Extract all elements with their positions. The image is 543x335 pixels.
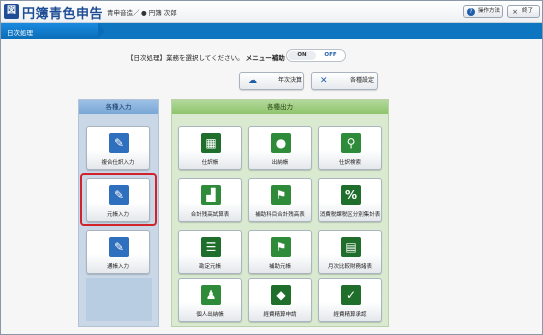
tile-label: 複合仕訳入力	[101, 160, 135, 166]
tile-label: 経費精算承認	[333, 312, 367, 318]
tile-label: 月次比較財務諸表	[327, 264, 372, 270]
annual-closing-label: 年次決算	[278, 77, 303, 84]
menu-assist-label: メニュー補助	[245, 54, 285, 62]
approval-icon: ✓	[341, 285, 361, 305]
consumption-tax-summary-tile[interactable]: % 消費税課税区分別集計表	[318, 178, 382, 222]
nav-bar: 日次処理	[1, 23, 542, 39]
settings-label: 各種設定	[350, 77, 375, 84]
tile-label: 補助科目合計残高表	[255, 212, 305, 218]
tile-label: 補助元帳	[268, 264, 291, 270]
instruction-text: 【日次処理】業務を選択してください。 メニュー補助	[127, 52, 285, 62]
exit-button[interactable]: × 終了	[507, 5, 540, 18]
flag-book-icon: ⚑	[271, 237, 291, 257]
output-panel: 各種出力 ▦ 仕訳帳 ● 出納帳 ⚲ 仕訳検索 ▟ 合計残高試算表 ⚑ 補助科目…	[171, 99, 389, 327]
nav-tab-arrow	[98, 23, 105, 39]
coins-ledger-icon: ●	[271, 133, 291, 153]
empty-slot	[86, 278, 152, 321]
flag-chart-icon: ⚑	[271, 185, 291, 205]
journal-book-tile[interactable]: ▦ 仕訳帳	[178, 126, 242, 170]
user-name: ● 円簿 次郎	[141, 9, 177, 17]
selection-highlight	[80, 173, 157, 226]
nav-tab-label: 日次処理	[7, 29, 33, 37]
bar-chart-icon: ▟	[201, 185, 221, 205]
clipboard-icon: ▤	[341, 237, 361, 257]
close-icon: ×	[512, 8, 518, 16]
app-logo-icon: 図	[4, 4, 19, 19]
sub-account-balance-tile[interactable]: ⚑ 補助科目合計残高表	[248, 178, 312, 222]
toggle-on[interactable]: ON	[288, 51, 316, 60]
document-list-icon: ☰	[201, 237, 221, 257]
tile-label: 経費精算申請	[263, 312, 297, 318]
exit-button-label: 終了	[522, 8, 534, 14]
app-title: 円簿青色申告	[22, 7, 104, 22]
breadcrumb: 青申音造／	[107, 9, 140, 17]
help-button-label: 操作方法	[478, 8, 501, 14]
wrench-icon: ✕	[320, 76, 328, 86]
sub-ledger-tile[interactable]: ⚑ 補助元帳	[248, 230, 312, 274]
nav-tab-daily[interactable]: 日次処理	[1, 23, 98, 39]
instruction-main: 【日次処理】業務を選択してください。	[127, 54, 244, 62]
toggle-off[interactable]: OFF	[317, 51, 344, 60]
tile-label: 通帳入力	[106, 264, 129, 270]
monthly-comparison-tile[interactable]: ▤ 月次比較財務諸表	[318, 230, 382, 274]
annual-closing-button[interactable]: ☁ 年次決算	[239, 72, 304, 90]
magnifier-icon: ⚲	[341, 133, 361, 153]
tile-label: 出納帳	[271, 160, 289, 166]
general-ledger-tile[interactable]: ☰ 勘定元帳	[178, 230, 242, 274]
compound-journal-entry-tile[interactable]: ✎ 複合仕訳入力	[86, 126, 150, 170]
tile-label: 仕訳検索	[338, 160, 361, 166]
person-ledger-icon: ♟	[201, 285, 221, 305]
menu-assist-toggle[interactable]: ON OFF	[286, 49, 346, 62]
pencil-ledger-icon: ✎	[109, 133, 129, 153]
expense-approval-tile[interactable]: ✓ 経費精算承認	[318, 278, 382, 322]
expense-request-tile[interactable]: ◆ 経費精算申請	[248, 278, 312, 322]
tile-label: 消費税課税区分別集計表	[319, 212, 381, 218]
journal-search-tile[interactable]: ⚲ 仕訳検索	[318, 126, 382, 170]
tile-label: 個人出納帳	[196, 312, 224, 318]
help-button[interactable]: ? 操作方法	[463, 5, 503, 18]
personal-cashbook-tile[interactable]: ♟ 個人出納帳	[178, 278, 242, 322]
app-window: 図 円簿青色申告 青申音造／ ● 円簿 次郎 ? 操作方法 × 終了 日次処理 …	[0, 0, 543, 335]
question-icon: ?	[467, 8, 475, 16]
percent-icon: %	[341, 185, 361, 205]
cloud-icon: ☁	[248, 76, 257, 86]
tile-label: 合計残高試算表	[190, 212, 230, 218]
title-bar: 図 円簿青色申告 青申音造／ ● 円簿 次郎 ? 操作方法 × 終了	[1, 1, 542, 23]
output-panel-title: 各種出力	[172, 100, 388, 114]
wallet-icon: ◆	[271, 285, 291, 305]
input-panel-title: 各種入力	[79, 100, 158, 114]
grid-book-icon: ▦	[201, 133, 221, 153]
passbook-entry-tile[interactable]: ✎ 通帳入力	[86, 230, 150, 274]
tile-label: 仕訳帳	[201, 160, 219, 166]
settings-button[interactable]: ✕ 各種設定	[311, 72, 378, 90]
pencil-passbook-icon: ✎	[109, 237, 129, 257]
cashbook-tile[interactable]: ● 出納帳	[248, 126, 312, 170]
tile-label: 勘定元帳	[198, 264, 221, 270]
trial-balance-tile[interactable]: ▟ 合計残高試算表	[178, 178, 242, 222]
